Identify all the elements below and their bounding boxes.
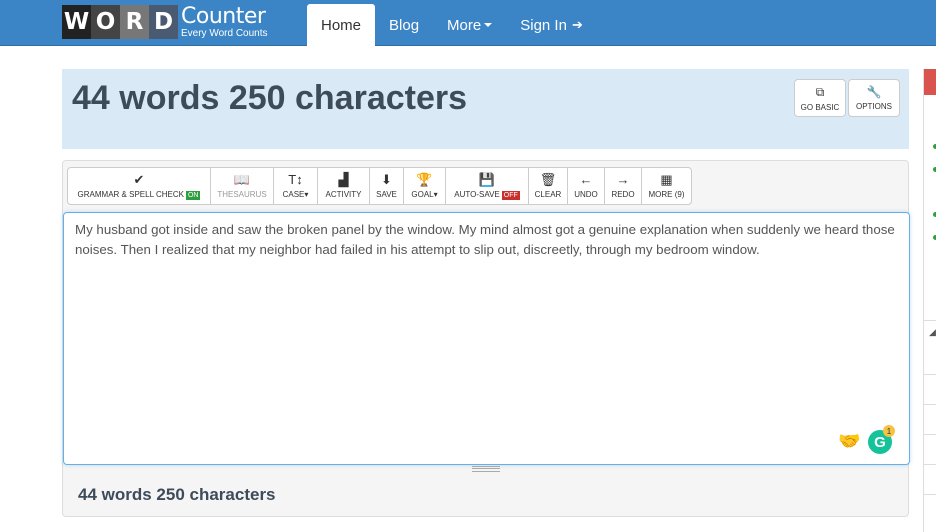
- options-label: OPTIONS: [855, 102, 892, 111]
- wrench-icon: 🔧: [866, 85, 882, 99]
- logo-letter-r: R: [120, 5, 149, 39]
- clear-button[interactable]: 🗑 CLEAR: [528, 167, 568, 205]
- go-basic-label: GO BASIC: [800, 102, 840, 112]
- case-button[interactable]: T↕ CASE▾: [273, 167, 318, 205]
- logo-title: Counter: [181, 3, 266, 29]
- goal-label: GOAL▾: [411, 190, 438, 199]
- nav-item-more-label: More: [447, 16, 482, 34]
- arrow-right-icon: →: [616, 172, 630, 187]
- floppy-icon: 💾: [478, 171, 496, 187]
- logo-letter-o: O: [91, 5, 120, 39]
- nav-item-sign-in[interactable]: Sign In ➔: [506, 4, 597, 46]
- footer-count: 44 words 250 characters: [78, 485, 276, 504]
- book-icon: 📖: [233, 172, 251, 187]
- logo[interactable]: W O R D Counter Every Word Counts: [62, 4, 268, 40]
- auto-save-text: AUTO-SAVE: [454, 189, 500, 199]
- sidebar-divider: [924, 494, 936, 495]
- sidebar-divider: [924, 374, 936, 375]
- nav-item-home-label: Home: [321, 16, 362, 34]
- right-sidebar: ◢: [923, 69, 936, 532]
- text-editor[interactable]: My husband got inside and saw the broken…: [63, 212, 910, 465]
- activity-button[interactable]: ▟ ACTIVITY: [317, 167, 370, 205]
- case-label: CASE▾: [282, 190, 309, 199]
- sidebar-icon: ◢: [929, 327, 936, 337]
- redo-label: REDO: [611, 190, 635, 199]
- save-button[interactable]: ⬇ SAVE: [369, 167, 404, 205]
- external-link-icon: ⧉: [815, 84, 825, 99]
- grammarly-count-badge: 1: [883, 425, 895, 437]
- undo-button[interactable]: ← UNDO: [567, 167, 605, 205]
- grammar-check-label: GRAMMAR & SPELL CHECK ON: [78, 190, 201, 200]
- logo-text: Counter Every Word Counts: [181, 3, 268, 39]
- sidebar-divider: [924, 464, 936, 465]
- more-button[interactable]: ▦ MORE (9): [641, 167, 692, 205]
- auto-save-label: AUTO-SAVE OFF: [454, 190, 520, 200]
- goal-button[interactable]: 🏆 GOAL▾: [403, 167, 446, 205]
- sign-in-icon: ➔: [571, 17, 583, 32]
- bar-chart-icon: ▟: [338, 172, 349, 187]
- nav-item-blog[interactable]: Blog: [375, 4, 433, 46]
- redo-button[interactable]: → REDO: [604, 167, 642, 205]
- thesaurus-label: THESAURUS: [217, 190, 267, 199]
- nav-item-more[interactable]: More: [433, 4, 506, 46]
- save-label: SAVE: [376, 190, 397, 199]
- case-text: CASE: [282, 190, 305, 199]
- editor-toolbar: ✔ GRAMMAR & SPELL CHECK ON 📖 THESAURUS T↕…: [67, 167, 692, 205]
- resize-handle[interactable]: [472, 466, 500, 472]
- trophy-icon: 🏆: [416, 172, 433, 187]
- undo-label: UNDO: [574, 190, 598, 199]
- arrow-left-icon: ←: [579, 172, 593, 187]
- auto-save-button[interactable]: 💾 AUTO-SAVE OFF: [445, 167, 529, 205]
- logo-letter-d: D: [149, 5, 178, 39]
- logo-tagline: Every Word Counts: [181, 27, 268, 39]
- trash-icon: 🗑: [539, 172, 557, 187]
- nav-item-sign-in-label: Sign In: [520, 16, 567, 34]
- logo-letter-w: W: [62, 5, 91, 39]
- save-icon: ⬇: [381, 172, 392, 187]
- caret-down-icon: [484, 23, 493, 27]
- page-title: 44 words 250 characters: [72, 79, 468, 117]
- grid-icon: ▦: [660, 172, 673, 187]
- text-case-icon: T↕: [288, 172, 303, 187]
- grammar-check-button[interactable]: ✔ GRAMMAR & SPELL CHECK ON: [67, 167, 211, 205]
- thesaurus-button[interactable]: 📖 THESAURUS: [210, 167, 274, 205]
- activity-label: ACTIVITY: [325, 190, 362, 199]
- goal-text: GOAL: [411, 190, 434, 199]
- grammar-check-text: GRAMMAR & SPELL CHECK: [77, 189, 184, 199]
- handshake-icon[interactable]: 🤝: [838, 431, 860, 452]
- sidebar-divider: [924, 320, 936, 321]
- sidebar-divider: [924, 404, 936, 405]
- main-nav: Home Blog More Sign In ➔: [307, 4, 597, 46]
- sidebar-divider: [924, 434, 936, 435]
- more-label: MORE (9): [648, 190, 685, 199]
- options-button[interactable]: 🔧 OPTIONS: [848, 79, 900, 117]
- clear-label: CLEAR: [534, 190, 562, 199]
- navbar: W O R D Counter Every Word Counts Home B…: [0, 0, 936, 46]
- nav-item-home[interactable]: Home: [307, 4, 376, 46]
- grammar-status-badge: ON: [185, 190, 201, 200]
- nav-item-blog-label: Blog: [389, 16, 420, 34]
- editor-panel: ✔ GRAMMAR & SPELL CHECK ON 📖 THESAURUS T↕…: [62, 160, 910, 517]
- sidebar-red-tab: [924, 69, 936, 95]
- auto-save-status-badge: OFF: [501, 190, 520, 200]
- check-icon: ✔: [133, 171, 145, 187]
- go-basic-button[interactable]: ⧉ GO BASIC: [794, 79, 846, 117]
- header-panel: 44 words 250 characters ⧉ GO BASIC 🔧 OPT…: [62, 69, 909, 149]
